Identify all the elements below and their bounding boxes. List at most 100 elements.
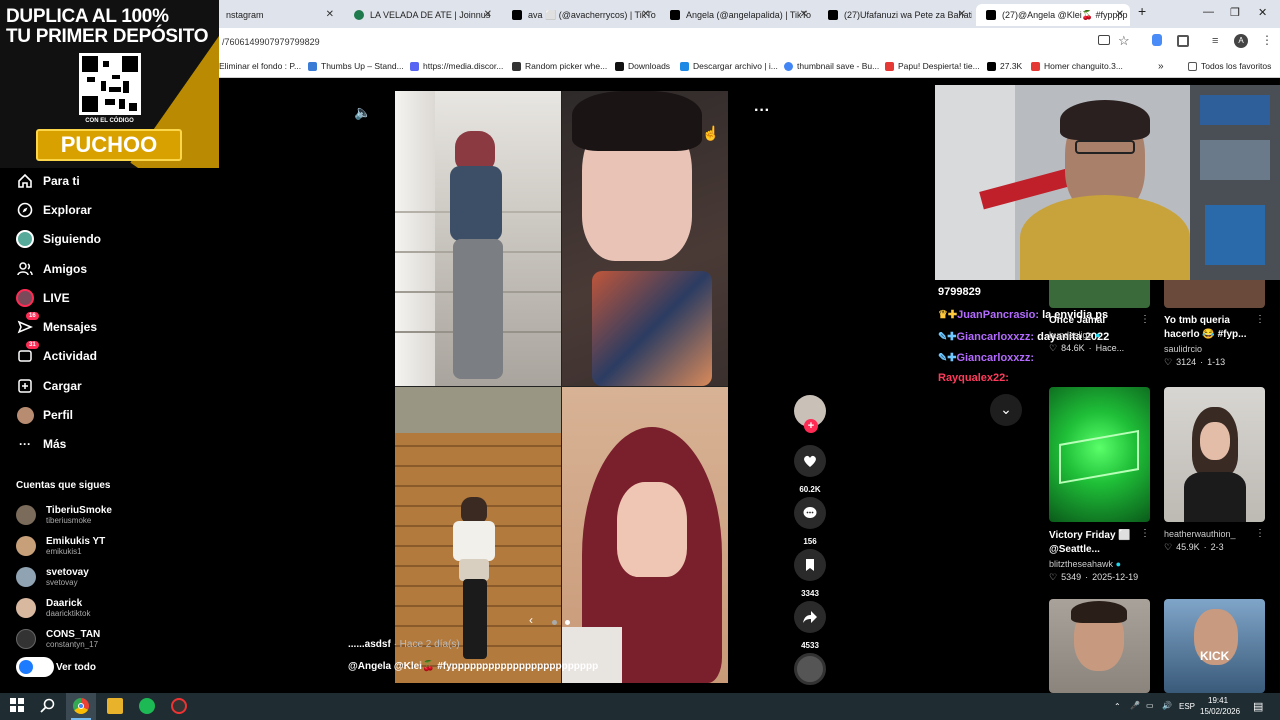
sidebar-item-explorar[interactable]: Explorar xyxy=(16,200,92,220)
save-button[interactable]: 3343 xyxy=(794,549,826,598)
share-button[interactable]: 4533 xyxy=(794,601,826,650)
followed-account[interactable]: CONS_TAN constantyn_17 xyxy=(16,626,100,652)
tab-tiktok-ava[interactable]: ava ⬜ (@avacherrycos) | TikTok ✕ xyxy=(502,4,656,26)
chrome-taskbar-button[interactable] xyxy=(66,693,96,720)
card-more-icon[interactable]: ⋮ xyxy=(1255,314,1265,325)
comment-button[interactable]: 156 xyxy=(794,497,826,546)
url-field[interactable]: /7606149907979799829 xyxy=(222,37,320,47)
video-player[interactable]: ‹ xyxy=(395,91,728,683)
card-more-icon[interactable]: ⋮ xyxy=(1255,528,1265,539)
carousel-prev-icon[interactable]: ‹ xyxy=(529,613,533,627)
minimize-icon[interactable]: — xyxy=(1203,6,1214,18)
network-icon[interactable]: ▭ xyxy=(1146,701,1154,710)
heart-icon xyxy=(794,445,826,477)
spotify-icon[interactable] xyxy=(139,698,155,714)
bookmark-item[interactable]: thumbnail save - Bu... xyxy=(784,61,879,71)
bookmark-item[interactable]: Downloads xyxy=(615,61,670,71)
tab-tiktok-angela[interactable]: Angela (@angelapalida) | TikTo ✕ xyxy=(660,4,814,26)
obs-icon[interactable] xyxy=(171,698,187,714)
bookmark-item[interactable]: Descargar archivo | i... xyxy=(680,61,778,71)
sidebar-item-actividad[interactable]: 31 Actividad xyxy=(16,341,97,366)
mic-icon[interactable]: 🎤 xyxy=(1130,701,1140,710)
menu-kebab-icon[interactable]: ⋮ xyxy=(1261,33,1273,47)
tab-label: Angela (@angelapalida) | TikTo xyxy=(686,10,812,20)
reading-list-icon[interactable]: ≡ xyxy=(1212,35,1218,47)
close-icon[interactable]: ✕ xyxy=(958,9,966,20)
recommended-video[interactable]: Once Jamal bundesliga ● ♡ 84.6K · Hace... xyxy=(1049,280,1150,354)
sidebar-item-mas[interactable]: ··· Más xyxy=(16,434,66,454)
activity-badge: 31 xyxy=(26,341,39,349)
followed-account[interactable]: Emikukis YT emikukis1 xyxy=(16,533,105,559)
bookmark-item[interactable]: Random picker whe... xyxy=(512,61,607,71)
new-tab-button[interactable]: + xyxy=(1138,3,1146,19)
star-icon[interactable]: ☆ xyxy=(1118,33,1130,49)
close-icon[interactable]: ✕ xyxy=(1116,9,1124,20)
follow-plus-icon[interactable]: + xyxy=(804,419,818,433)
bookmark-item[interactable]: Papu! Despierta! tie... xyxy=(885,61,980,71)
followed-account[interactable]: svetovay svetovay xyxy=(16,564,89,590)
all-favorites-folder[interactable]: Todos los favoritos xyxy=(1188,61,1271,71)
tab-tiktok-active[interactable]: (27)@Angela @Klei🍒 #fypppp ✕ xyxy=(976,4,1130,26)
followed-account[interactable]: Daarick daaricktiktok xyxy=(16,595,90,621)
youtube-icon xyxy=(1031,61,1040,71)
tray-chevron-icon[interactable]: ⌃ xyxy=(1114,702,1121,711)
bookmark-item[interactable]: https://media.discor... xyxy=(410,61,503,71)
sidebar-item-para-ti[interactable]: Para ti xyxy=(16,171,80,191)
tiktok-icon xyxy=(987,61,996,71)
more-bookmarks-icon[interactable]: » xyxy=(1158,61,1164,72)
restore-icon[interactable]: ❐ xyxy=(1230,6,1240,19)
language-indicator[interactable]: ESP xyxy=(1179,702,1195,711)
card-more-icon[interactable]: ⋮ xyxy=(1140,528,1150,539)
creator-avatar-button[interactable]: + xyxy=(794,395,826,433)
sidebar-item-perfil[interactable]: Perfil xyxy=(16,405,73,425)
tab-tiktok-ufafanuzi[interactable]: (27)Ufafanuzi wa Pete za Bahati ✕ xyxy=(818,4,972,26)
extension-icon[interactable] xyxy=(1152,34,1162,46)
tab-joinnus[interactable]: LA VELADA DE ATE | Joinnus ✕ xyxy=(344,4,498,26)
close-icon[interactable]: ✕ xyxy=(800,9,808,20)
puzzle-icon[interactable] xyxy=(1177,35,1189,47)
profile-avatar-icon[interactable]: A xyxy=(1234,34,1248,48)
more-options-icon[interactable]: ··· xyxy=(754,102,770,120)
clock-time[interactable]: 19:41 xyxy=(1208,696,1228,705)
card-more-icon[interactable]: ⋮ xyxy=(1140,314,1150,325)
scroll-down-button[interactable]: ⌄ xyxy=(990,394,1022,426)
windows-start-icon[interactable] xyxy=(10,698,26,714)
see-all-link[interactable]: Ver todo xyxy=(16,657,96,677)
followed-account[interactable]: TiberiuSmoke tiberiusmoke xyxy=(16,502,112,528)
sound-disc-button[interactable] xyxy=(794,653,826,685)
bookmark-item[interactable]: Homer changuito.3... xyxy=(1031,61,1123,71)
bookmark-item[interactable]: Eliminar el fondo : P... xyxy=(219,61,301,71)
video-caption-text: @Angela @Klei🍒 #fypppppppppppppppppppppp… xyxy=(348,661,599,672)
close-window-icon[interactable]: ✕ xyxy=(1258,6,1267,19)
recommended-video[interactable]: heatherwauthion_ ♡ 45.9K · 2-3 xyxy=(1164,387,1265,553)
close-icon[interactable]: ✕ xyxy=(326,9,334,20)
recommended-video[interactable]: KICK xyxy=(1164,599,1265,693)
recommended-video[interactable]: Yo tmb queria hacerlo 😂 #fyp... saulidrc… xyxy=(1164,280,1265,368)
like-button[interactable]: 60.2K xyxy=(794,445,826,494)
volume-tray-icon[interactable]: 🔊 xyxy=(1162,701,1172,710)
recommended-video[interactable] xyxy=(1049,599,1150,693)
live-icon xyxy=(16,289,34,307)
sidebar-item-siguiendo[interactable]: Siguiendo xyxy=(16,229,101,249)
close-icon[interactable]: ✕ xyxy=(484,9,492,20)
toggle-switch[interactable] xyxy=(16,657,54,677)
file-explorer-icon[interactable] xyxy=(107,698,123,714)
search-icon[interactable] xyxy=(40,698,56,714)
volume-icon[interactable]: 🔈 xyxy=(354,104,371,121)
sidebar-item-cargar[interactable]: Cargar xyxy=(16,376,82,396)
sidebar-item-mensajes[interactable]: 16 Mensajes xyxy=(16,312,97,337)
tab-instagram[interactable]: nstagram ✕ xyxy=(216,4,340,26)
avatar xyxy=(16,567,36,587)
recommended-video[interactable]: Victory Friday ⬜ @Seattle... blitzthesea… xyxy=(1049,387,1150,583)
notifications-icon[interactable]: ▤ xyxy=(1253,700,1263,713)
close-icon[interactable]: ✕ xyxy=(642,9,650,20)
install-app-icon[interactable] xyxy=(1098,35,1110,45)
carousel-dot-active xyxy=(565,620,570,625)
bookmark-item[interactable]: 27.3K xyxy=(987,61,1022,71)
sidebar-item-amigos[interactable]: Amigos xyxy=(16,259,87,279)
clock-date[interactable]: 15/02/2026 xyxy=(1200,707,1240,716)
bookmark-item[interactable]: Thumbs Up – Stand... xyxy=(308,61,404,71)
kick-label: KICK xyxy=(1200,649,1230,663)
tiktok-icon xyxy=(986,10,996,20)
sidebar-item-live[interactable]: LIVE xyxy=(16,288,70,308)
